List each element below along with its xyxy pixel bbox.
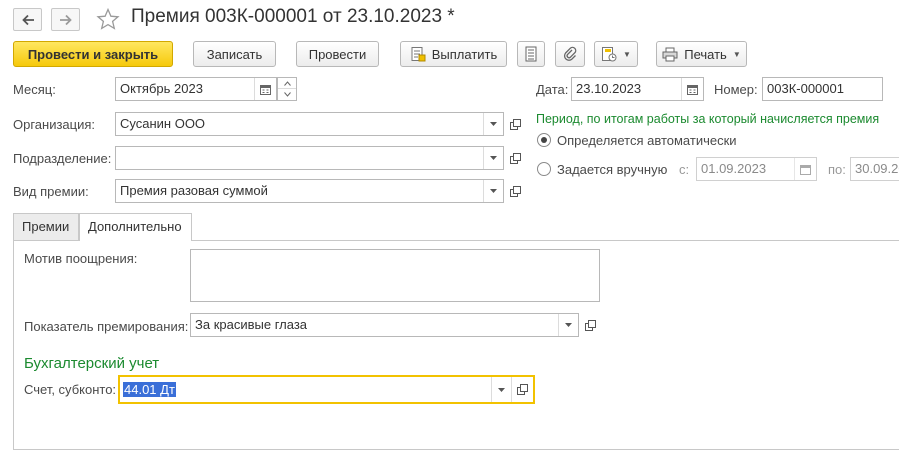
number-value: 003К-000001 (767, 81, 844, 96)
post-and-close-button[interactable]: Провести и закрыть (13, 41, 173, 67)
tab-additional[interactable]: Дополнительно (79, 213, 192, 241)
bonus-type-label: Вид премии: (13, 184, 89, 199)
page-title: Премия 003К-000001 от 23.10.2023 * (131, 6, 455, 27)
chevron-down-icon: ▼ (732, 49, 741, 59)
account-label: Счет, субконто: (24, 382, 117, 397)
forward-button[interactable] (51, 8, 80, 31)
pay-document-icon (411, 47, 426, 62)
date-value: 23.10.2023 (576, 81, 642, 96)
period-to-field[interactable]: 30.09.20 (850, 157, 899, 181)
period-from-calendar-button[interactable] (794, 158, 816, 180)
account-value: 44.01 Дт (123, 382, 176, 397)
account-dropdown-button[interactable] (491, 377, 511, 402)
organization-dropdown-button[interactable] (483, 113, 503, 135)
arrow-right-icon (59, 14, 72, 25)
chevron-down-icon (498, 387, 505, 392)
month-label: Месяц: (13, 82, 56, 97)
paperclip-icon (563, 46, 577, 61)
department-field[interactable] (115, 146, 504, 170)
indicator-field[interactable]: За красивые глаза (190, 313, 579, 337)
period-to-value: 30.09.20 (855, 161, 899, 176)
pay-label: Выплатить (431, 46, 498, 62)
indicator-value: За красивые глаза (195, 317, 308, 332)
indicator-dropdown-button[interactable] (558, 314, 578, 336)
department-open-button[interactable] (505, 146, 525, 170)
post-button[interactable]: Провести (296, 41, 379, 67)
organization-label: Организация: (13, 117, 96, 132)
accounting-section-header: Бухгалтерский учет (24, 355, 160, 372)
pay-button[interactable]: Выплатить (400, 41, 507, 67)
list-icon (525, 46, 537, 62)
period-to-label: по: (828, 162, 846, 177)
open-form-icon (584, 319, 596, 331)
department-label: Подразделение: (13, 151, 112, 166)
calendar-icon (687, 84, 698, 95)
attachment-button[interactable] (555, 41, 585, 67)
month-spinner[interactable] (277, 77, 297, 101)
period-caption: Период, по итогам работы за который начи… (536, 112, 880, 126)
open-form-icon (517, 384, 528, 395)
period-from-field[interactable]: 01.09.2023 (696, 157, 817, 181)
star-icon (96, 7, 120, 30)
number-label: Номер: (714, 82, 758, 97)
printer-icon (662, 47, 678, 61)
tab-bonuses[interactable]: Премии (13, 213, 79, 240)
calendar-button[interactable] (254, 78, 276, 100)
post-label: Провести (308, 46, 367, 62)
print-label: Печать (684, 46, 727, 62)
period-manual-label: Задается вручную (557, 162, 668, 177)
month-field[interactable]: Октябрь 2023 (115, 77, 277, 101)
account-field[interactable]: 44.01 Дт (118, 375, 535, 404)
number-field[interactable]: 003К-000001 (762, 77, 883, 101)
date-label: Дата: (536, 82, 569, 97)
open-form-icon (509, 152, 521, 164)
save-button[interactable]: Записать (193, 41, 276, 67)
save-label: Записать (206, 46, 263, 62)
spin-down-icon[interactable] (278, 89, 296, 100)
chevron-down-icon (490, 156, 497, 160)
spin-up-icon[interactable] (278, 78, 296, 89)
calendar-icon (800, 164, 811, 175)
motive-label: Мотив поощрения: (24, 251, 138, 266)
period-from-value: 01.09.2023 (701, 161, 767, 176)
organization-value: Сусанин ООО (120, 116, 206, 131)
arrow-left-icon (21, 14, 34, 25)
month-value: Октябрь 2023 (120, 81, 203, 96)
motive-textarea[interactable] (190, 249, 600, 302)
chevron-down-icon (565, 323, 572, 327)
back-button[interactable] (13, 8, 42, 31)
account-value-wrap: 44.01 Дт (120, 377, 491, 402)
department-value (116, 147, 483, 169)
print-button[interactable]: Печать ▼ (656, 41, 747, 67)
favorite-star-button[interactable] (96, 7, 120, 33)
post-and-close-label: Провести и закрыть (27, 46, 159, 62)
organization-open-button[interactable] (505, 112, 525, 136)
period-manual-radio[interactable] (537, 162, 551, 176)
bonus-type-value: Премия разовая суммой (120, 183, 268, 198)
organization-field[interactable]: Сусанин ООО (115, 112, 504, 136)
date-field[interactable]: 23.10.2023 (571, 77, 704, 101)
open-form-icon (509, 185, 521, 197)
active-tab-joiner (80, 239, 191, 241)
account-open-button[interactable] (511, 377, 533, 402)
bonus-type-field[interactable]: Премия разовая суммой (115, 179, 504, 203)
bonus-type-open-button[interactable] (505, 179, 525, 203)
period-auto-radio[interactable] (537, 133, 551, 147)
indicator-open-button[interactable] (580, 313, 600, 337)
create-based-on-button[interactable]: ▼ (594, 41, 638, 67)
department-dropdown-button[interactable] (483, 147, 503, 169)
create-document-icon (602, 47, 617, 62)
indicator-label: Показатель премирования: (24, 319, 189, 334)
chevron-down-icon: ▼ (623, 49, 631, 59)
chevron-down-icon (490, 122, 497, 126)
period-auto-label: Определяется автоматически (557, 133, 737, 148)
open-form-icon (509, 118, 521, 130)
date-calendar-button[interactable] (681, 78, 703, 100)
chevron-down-icon (490, 189, 497, 193)
calendar-icon (260, 84, 271, 95)
period-from-label: с: (679, 162, 690, 177)
bonus-type-dropdown-button[interactable] (483, 180, 503, 202)
list-button[interactable] (517, 41, 545, 67)
